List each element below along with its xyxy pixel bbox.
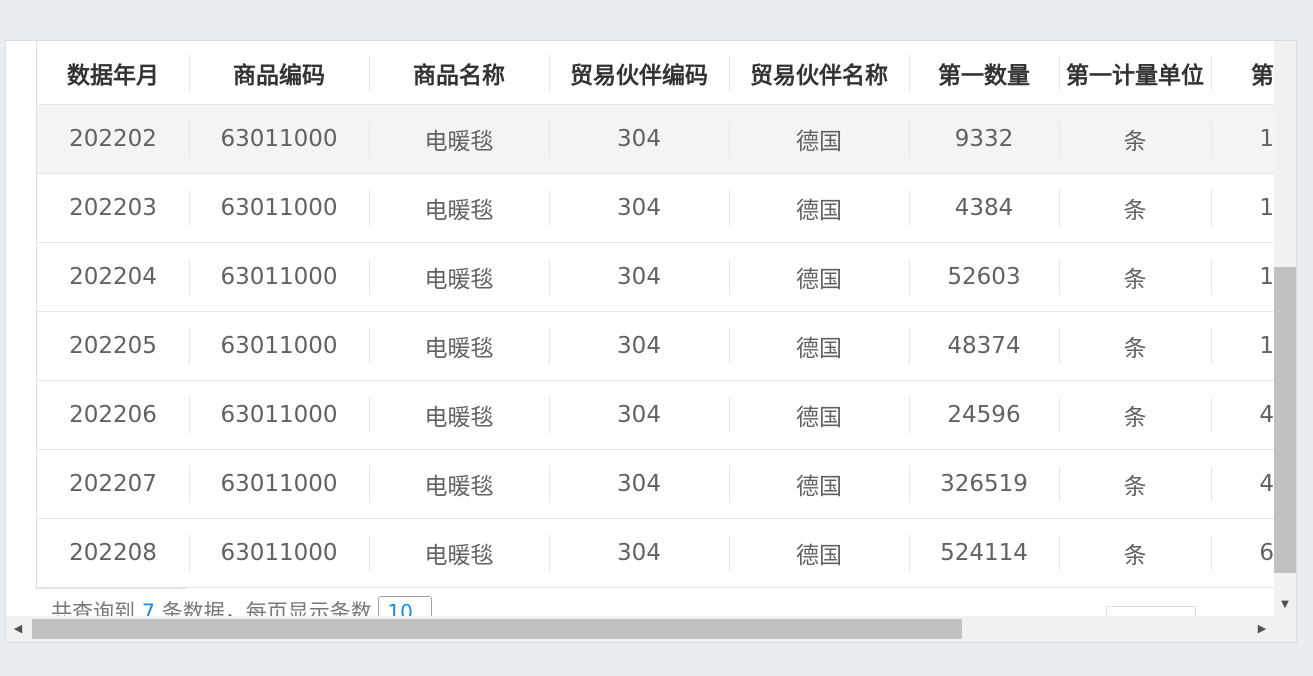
cell-first-unit: 条 [1059, 449, 1211, 519]
cell-product-name: 电暖毯 [369, 518, 549, 588]
cell-second: 41 [1211, 449, 1274, 519]
cell-first-quantity: 52603 [909, 242, 1059, 312]
table-row[interactable]: 20220363011000电暖毯304德国4384条14 [37, 173, 1274, 243]
cell-product-code: 63011000 [189, 380, 369, 450]
column-header-product-name[interactable]: 商品名称 [369, 41, 549, 105]
cell-second: 63 [1211, 518, 1274, 588]
cell-partner-code: 304 [549, 104, 729, 174]
table-container: 数据年月 商品编码 商品名称 贸易伙伴编码 贸易伙伴名称 第一数量 第一计量单位… [36, 41, 1274, 588]
column-header-partner-code[interactable]: 贸易伙伴编码 [549, 41, 729, 105]
column-header-partner-name[interactable]: 贸易伙伴名称 [729, 41, 909, 105]
cell-second: 11 [1211, 311, 1274, 381]
cell-partner-code: 304 [549, 518, 729, 588]
arrow-left-icon[interactable]: ◀ [6, 616, 30, 642]
summary-prefix: 共查询到 [51, 600, 135, 616]
cell-first-quantity: 4384 [909, 173, 1059, 243]
column-header-first-quantity[interactable]: 第一数量 [909, 41, 1059, 105]
cell-partner-name: 德国 [729, 173, 909, 243]
cell-product-name: 电暖毯 [369, 449, 549, 519]
horizontal-scrollbar[interactable]: ◀ ▶ [6, 616, 1274, 642]
cell-partner-name: 德国 [729, 518, 909, 588]
table-viewport: 数据年月 商品编码 商品名称 贸易伙伴编码 贸易伙伴名称 第一数量 第一计量单位… [6, 41, 1274, 616]
arrow-right-icon[interactable]: ▶ [1250, 616, 1274, 642]
arrow-down-icon[interactable]: ▼ [1274, 598, 1296, 612]
table-header-row: 数据年月 商品编码 商品名称 贸易伙伴编码 贸易伙伴名称 第一数量 第一计量单位… [37, 41, 1274, 105]
cell-product-code: 63011000 [189, 173, 369, 243]
cell-product-name: 电暖毯 [369, 311, 549, 381]
cell-data-month: 202204 [37, 242, 189, 312]
footer-divider [36, 588, 186, 589]
cell-second: 14 [1211, 173, 1274, 243]
cell-partner-code: 304 [549, 311, 729, 381]
cell-product-code: 63011000 [189, 242, 369, 312]
results-table: 数据年月 商品编码 商品名称 贸易伙伴编码 贸易伙伴名称 第一数量 第一计量单位… [37, 41, 1274, 588]
cell-first-unit: 条 [1059, 242, 1211, 312]
cell-first-quantity: 524114 [909, 518, 1059, 588]
table-row[interactable]: 20220463011000电暖毯304德国52603条13 [37, 242, 1274, 312]
cell-partner-code: 304 [549, 380, 729, 450]
summary-suffix: 条数据，每页显示条数 [161, 600, 372, 616]
cell-first-unit: 条 [1059, 518, 1211, 588]
cell-product-name: 电暖毯 [369, 173, 549, 243]
column-header-data-month[interactable]: 数据年月 [37, 41, 189, 105]
cell-first-unit: 条 [1059, 173, 1211, 243]
cell-partner-name: 德国 [729, 311, 909, 381]
cell-product-name: 电暖毯 [369, 380, 549, 450]
cell-data-month: 202207 [37, 449, 189, 519]
cell-data-month: 202203 [37, 173, 189, 243]
cell-first-quantity: 48374 [909, 311, 1059, 381]
cell-partner-name: 德国 [729, 242, 909, 312]
page-size-value: 10 [387, 600, 413, 616]
column-header-product-code[interactable]: 商品编码 [189, 41, 369, 105]
cell-first-unit: 条 [1059, 104, 1211, 174]
cell-partner-code: 304 [549, 173, 729, 243]
cell-product-name: 电暖毯 [369, 242, 549, 312]
cell-product-code: 63011000 [189, 518, 369, 588]
cell-first-quantity: 326519 [909, 449, 1059, 519]
cell-partner-code: 304 [549, 449, 729, 519]
cell-first-quantity: 9332 [909, 104, 1059, 174]
column-header-second[interactable]: 第二 [1211, 41, 1274, 105]
table-row[interactable]: 20220663011000电暖毯304德国24596条41 [37, 380, 1274, 450]
column-header-first-unit[interactable]: 第一计量单位 [1059, 41, 1211, 105]
table-row[interactable]: 20220863011000电暖毯304德国524114条63 [37, 518, 1274, 588]
table-row[interactable]: 20220263011000电暖毯304德国9332条15 [37, 104, 1274, 174]
cell-product-name: 电暖毯 [369, 104, 549, 174]
scrollbar-corner [1274, 616, 1296, 642]
results-panel: 数据年月 商品编码 商品名称 贸易伙伴编码 贸易伙伴名称 第一数量 第一计量单位… [5, 40, 1297, 643]
cell-second: 15 [1211, 104, 1274, 174]
vertical-scrollbar-thumb[interactable] [1274, 267, 1296, 573]
pagination-summary: 共查询到 7 条数据，每页显示条数 10 ⌄ [51, 596, 433, 616]
cell-product-code: 63011000 [189, 104, 369, 174]
pagination-control[interactable] [1106, 606, 1196, 616]
vertical-scrollbar[interactable]: ▼ [1274, 41, 1296, 616]
table-row[interactable]: 20220563011000电暖毯304德国48374条11 [37, 311, 1274, 381]
cell-first-quantity: 24596 [909, 380, 1059, 450]
cell-product-code: 63011000 [189, 311, 369, 381]
cell-partner-name: 德国 [729, 449, 909, 519]
cell-partner-name: 德国 [729, 380, 909, 450]
cell-first-unit: 条 [1059, 311, 1211, 381]
cell-data-month: 202205 [37, 311, 189, 381]
result-count: 7 [141, 600, 156, 616]
cell-data-month: 202206 [37, 380, 189, 450]
cell-product-code: 63011000 [189, 449, 369, 519]
page-size-select[interactable]: 10 ⌄ [378, 596, 433, 616]
cell-second: 13 [1211, 242, 1274, 312]
cell-partner-name: 德国 [729, 104, 909, 174]
cell-data-month: 202202 [37, 104, 189, 174]
table-row[interactable]: 20220763011000电暖毯304德国326519条41 [37, 449, 1274, 519]
cell-partner-code: 304 [549, 242, 729, 312]
horizontal-scrollbar-thumb[interactable] [32, 619, 962, 639]
cell-first-unit: 条 [1059, 380, 1211, 450]
cell-data-month: 202208 [37, 518, 189, 588]
cell-second: 41 [1211, 380, 1274, 450]
